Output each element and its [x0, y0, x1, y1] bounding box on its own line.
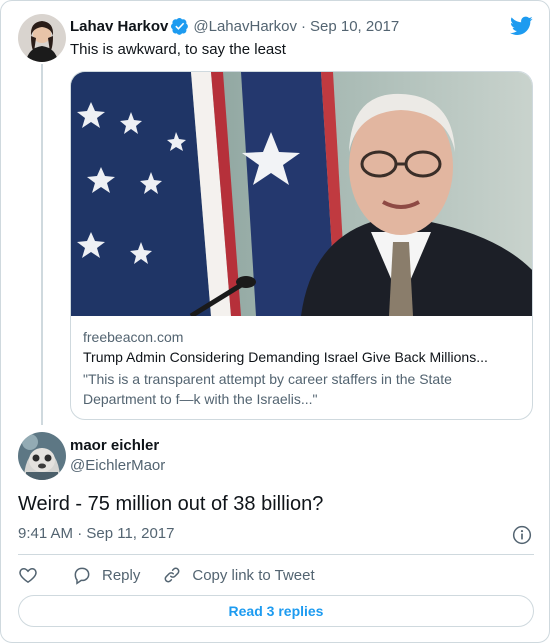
card-domain: freebeacon.com — [83, 329, 184, 345]
divider — [18, 554, 534, 555]
heart-icon — [19, 567, 37, 583]
speech-bubble-icon — [74, 567, 90, 585]
author-avatar[interactable] — [18, 432, 66, 480]
author-handle[interactable]: @EichlerMaor — [70, 457, 165, 474]
tweet-embed: Lahav Harkov @LahavHarkov · Sep 10, 2017… — [0, 0, 550, 643]
action-bar: Reply Copy link to Tweet — [18, 563, 315, 587]
tweet-timestamp[interactable]: 9:41 AM · Sep 11, 2017 — [18, 525, 175, 542]
reply-button[interactable]: Reply — [72, 565, 140, 585]
article-photo — [71, 72, 532, 319]
info-icon[interactable] — [512, 525, 532, 545]
read-replies-button[interactable]: Read 3 replies — [18, 595, 534, 627]
verified-badge-icon — [171, 17, 189, 35]
like-button[interactable] — [18, 565, 38, 585]
thread-connector-line — [41, 64, 43, 425]
card-description: "This is a transparent attempt by career… — [83, 371, 452, 407]
copy-link-label: Copy link to Tweet — [192, 566, 315, 584]
parent-tweet-header: Lahav Harkov @LahavHarkov · Sep 10, 2017 — [70, 17, 399, 35]
copy-link-button[interactable]: Copy link to Tweet — [162, 565, 315, 585]
parent-author-name[interactable]: Lahav Harkov — [70, 18, 168, 35]
reply-label: Reply — [102, 566, 141, 584]
tweet-text: Weird - 75 million out of 38 billion? — [18, 493, 324, 515]
parent-tweet-date[interactable]: Sep 10, 2017 — [310, 18, 399, 35]
parent-tweet-text: This is awkward, to say the least — [70, 41, 286, 58]
link-preview-card[interactable]: freebeacon.com Trump Admin Considering D… — [70, 71, 533, 420]
link-icon — [164, 567, 180, 583]
parent-author-handle[interactable]: @LahavHarkov — [193, 18, 297, 35]
parent-author-avatar[interactable] — [18, 14, 66, 62]
twitter-bird-icon[interactable] — [509, 14, 534, 37]
header-separator: · — [301, 17, 306, 35]
author-name[interactable]: maor eichler — [70, 437, 159, 454]
card-title: Trump Admin Considering Demanding Israel… — [83, 349, 488, 365]
